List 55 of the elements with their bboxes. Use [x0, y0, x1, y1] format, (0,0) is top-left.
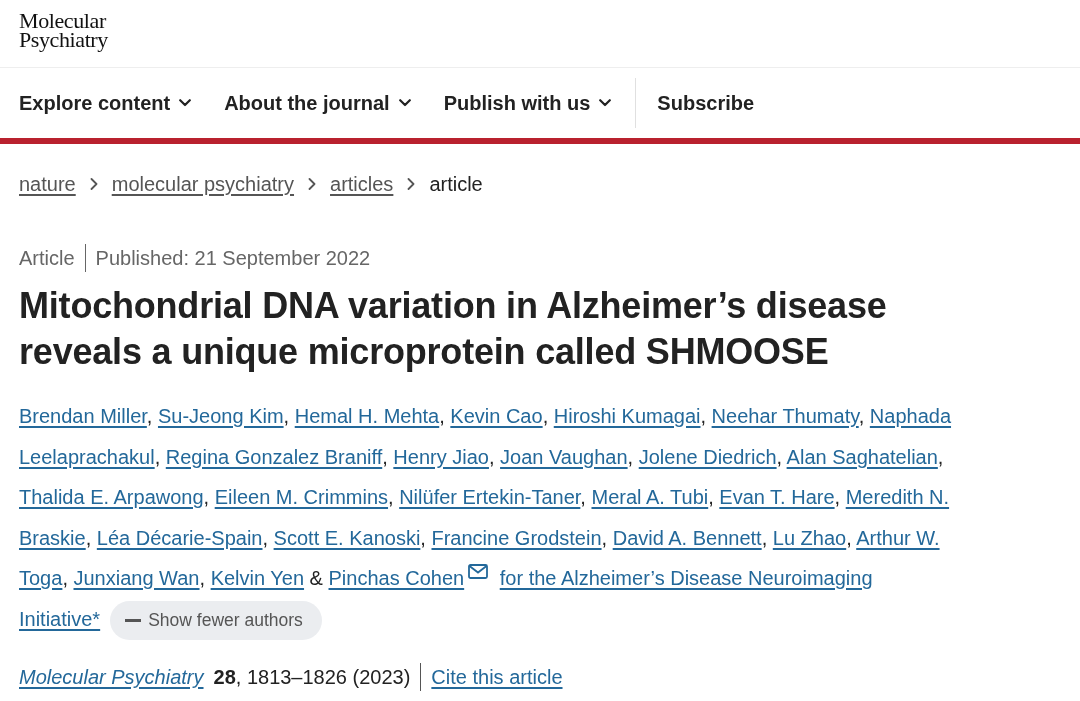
chevron-right-icon: [89, 178, 98, 190]
author-link[interactable]: Nilüfer Ertekin-Taner: [399, 486, 581, 508]
author-link[interactable]: Meredith N.: [845, 486, 950, 508]
chevron-right-icon: [308, 178, 316, 190]
author-link[interactable]: Leelaprachakul: [19, 445, 155, 468]
current-page-label: article: [429, 172, 483, 196]
nav-menu-button[interactable]: Publish with us: [443, 78, 612, 128]
author-link[interactable]: Hemal H. Mehta: [294, 405, 440, 427]
nav-menu-button[interactable]: Explore content: [19, 78, 192, 128]
author-link[interactable]: Hiroshi Kumagai: [553, 405, 701, 427]
chevron-down-icon: [179, 99, 192, 107]
author-link[interactable]: Alan Saghatelian: [786, 445, 938, 468]
author-list: Brendan Miller, Su-Jeong Kim, Hemal H. Mehta, Kevin Cao, Hiroshi Kumagai, Neehar Thumaty, Naphada Leelaprachakul, Regina Gonzalez Braniff, Henry Jiao, Joan Vaughan, Jolene Diedrich, Alan Saghatelian, Thalida E. Arpawong, Eileen M. Crimmins, Nilüfer Ertekin-Taner, Meral A. Tubi, Evan T. Hare, Meredith N. Braskie, Léa Décarie-Spain, Scott E. Kanoski, Francine Grodstein, David A. Bennett, Lu Zhao, Arthur W. Toga, Junxiang Wan, Kelvin Yen & Pinchas Cohen for the Alzheimer’s Disease Neuroimaging Initiative* Show fewer authors: [19, 396, 1061, 639]
envelope-icon[interactable]: [468, 564, 489, 579]
author-link[interactable]: Léa Décarie-Spain: [96, 526, 263, 549]
author-link[interactable]: Evan T. Hare: [719, 486, 835, 508]
breadcrumb-link[interactable]: nature: [19, 172, 76, 196]
author-link[interactable]: Meral A. Tubi: [591, 486, 709, 508]
chevron-down-icon: [398, 99, 411, 107]
author-link[interactable]: Eileen M. Crimmins: [214, 486, 389, 508]
author-link[interactable]: Toga: [19, 567, 63, 589]
chevron-right-icon: [407, 178, 416, 190]
author-link[interactable]: Thalida E. Arpawong: [19, 486, 204, 508]
chevron-down-icon: [599, 99, 612, 107]
breadcrumb-link[interactable]: molecular psychiatry: [111, 172, 294, 196]
author-link[interactable]: Initiative*: [19, 607, 101, 630]
nav-menu-button[interactable]: Subscribe: [635, 78, 755, 128]
article-title: Mitochondrial DNA variation in Alzheimer’s disease reveals a unique microprotein called SHMOOSE: [19, 284, 888, 374]
author-link[interactable]: David A. Bennett: [612, 526, 762, 549]
author-link[interactable]: Henry Jiao: [393, 445, 489, 468]
author-link[interactable]: Kevin Cao: [450, 405, 543, 427]
cite-link[interactable]: Cite this article: [431, 664, 563, 690]
author-link[interactable]: Su-Jeong Kim: [157, 405, 284, 427]
author-link[interactable]: for the Alzheimer’s Disease Neuroimaging: [499, 567, 873, 589]
author-link[interactable]: Francine Grodstein: [431, 526, 602, 549]
author-link[interactable]: Joan Vaughan: [500, 445, 628, 468]
author-link[interactable]: Pinchas Cohen: [328, 567, 465, 589]
breadcrumb-link[interactable]: articles: [330, 172, 394, 196]
author-link[interactable]: Lu Zhao: [772, 526, 847, 549]
show-fewer-authors-button[interactable]: Show fewer authors: [110, 600, 322, 640]
author-link[interactable]: Arthur W.: [856, 526, 940, 549]
author-link[interactable]: Junxiang Wan: [73, 567, 200, 589]
publish-date: Published: 21 September 2022: [95, 246, 371, 270]
author-link[interactable]: Jolene Diedrich: [638, 445, 777, 468]
author-link[interactable]: Brendan Miller: [19, 405, 147, 427]
journal-link[interactable]: Molecular Psychiatry: [19, 664, 204, 690]
author-link[interactable]: Braskie: [19, 526, 86, 549]
citation-details: 28, 1813–1826 (2023): [213, 665, 411, 690]
author-link[interactable]: Naphada: [869, 405, 952, 427]
nav-menu-button[interactable]: About the journal: [224, 78, 411, 128]
author-link[interactable]: Neehar Thumaty: [711, 405, 859, 427]
author-link[interactable]: Scott E. Kanoski: [273, 526, 421, 549]
author-link[interactable]: Kelvin Yen: [210, 567, 305, 589]
article-type: Article: [19, 246, 75, 270]
author-link[interactable]: Regina Gonzalez Braniff: [165, 445, 383, 468]
